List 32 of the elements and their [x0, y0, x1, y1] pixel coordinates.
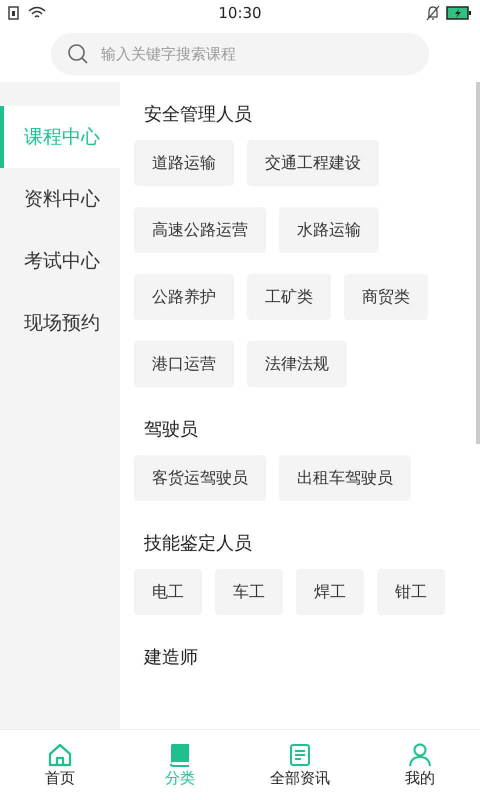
home-icon: [47, 742, 73, 766]
sidebar-item[interactable]: 资料中心: [0, 168, 120, 230]
category-tag[interactable]: 钳工: [377, 569, 445, 615]
person-icon: [407, 742, 433, 766]
category-tag[interactable]: 公路养护: [134, 274, 234, 320]
category-tag[interactable]: 水路运输: [279, 207, 379, 253]
sidebar-item[interactable]: 现场预约: [0, 292, 120, 354]
status-time: 10:30: [218, 4, 262, 22]
category-tag[interactable]: 出租车驾驶员: [279, 455, 411, 501]
section-title: 安全管理人员: [144, 103, 253, 126]
section-title: 驾驶员: [144, 418, 199, 441]
category-tag[interactable]: 法律法规: [247, 341, 347, 387]
document-icon: [287, 742, 313, 766]
category-tag[interactable]: 高速公路运营: [134, 207, 266, 253]
category-tag[interactable]: 道路运输: [134, 140, 234, 186]
search-field[interactable]: 输入关键字搜索课程: [51, 33, 429, 75]
category-tag[interactable]: 交通工程建设: [247, 140, 379, 186]
battery-icon: [446, 6, 472, 20]
section-title: 建造师: [144, 646, 199, 669]
section-title: 技能鉴定人员: [144, 532, 253, 555]
search-icon: [67, 43, 89, 65]
category-tag[interactable]: 商贸类: [344, 274, 428, 320]
bell-off-icon: [426, 5, 440, 21]
category-tag[interactable]: 焊工: [296, 569, 364, 615]
category-tag[interactable]: 港口运营: [134, 341, 234, 387]
category-tag[interactable]: 工矿类: [247, 274, 331, 320]
category-tag[interactable]: 客货运驾驶员: [134, 455, 266, 501]
wifi-icon: [28, 6, 46, 20]
category-tag[interactable]: 车工: [215, 569, 283, 615]
scrollbar[interactable]: [476, 82, 480, 444]
sidebar-item[interactable]: 考试中心: [0, 230, 120, 292]
category-tag[interactable]: 电工: [134, 569, 202, 615]
